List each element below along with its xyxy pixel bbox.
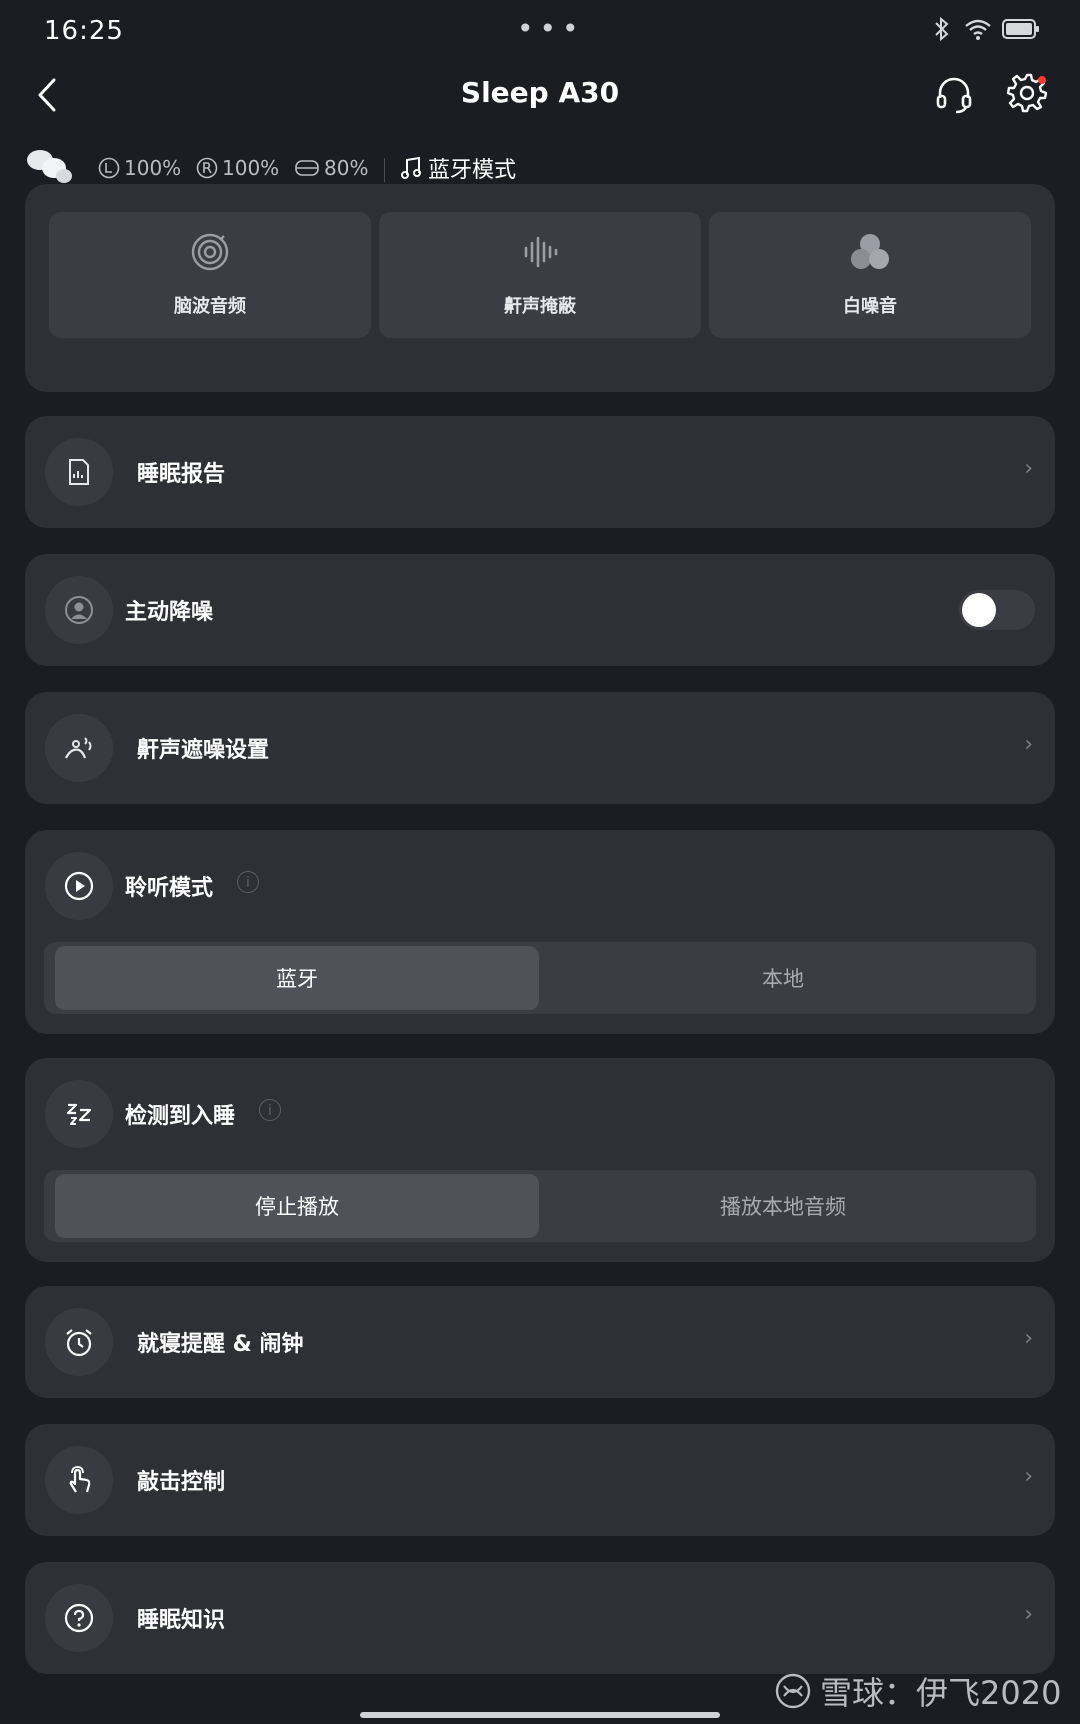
snore-icon-circle (45, 714, 113, 782)
tile-white-noise[interactable]: 白噪音 (709, 212, 1031, 338)
info-icon[interactable]: i (237, 871, 259, 893)
row-label: 敲击控制 (137, 1470, 226, 1495)
question-icon (64, 1603, 94, 1633)
sleep-detect-card: 检测到入睡 i 停止播放 播放本地音频 (25, 1058, 1055, 1262)
segment-stop-playback[interactable]: 停止播放 (55, 1174, 539, 1238)
bedtime-alarm-row[interactable]: 就寝提醒 & 闹钟 › (25, 1286, 1055, 1398)
settings-list[interactable]: 脑波音频 鼾声掩蔽 白噪音 睡眠报告 › 主动降噪 鼾声遮噪设置 › 聆听模式 … (0, 184, 1080, 1712)
report-icon (69, 459, 89, 485)
row-label: 睡眠知识 (137, 1608, 226, 1633)
more-dots-icon[interactable]: ••• (517, 12, 585, 45)
tile-brainwave[interactable]: 脑波音频 (49, 212, 371, 338)
sleep-knowledge-row[interactable]: 睡眠知识 › (25, 1562, 1055, 1674)
sleep-report-row[interactable]: 睡眠报告 › (25, 416, 1055, 528)
sound-modes-card: 脑波音频 鼾声掩蔽 白噪音 (25, 184, 1055, 392)
tile-label: 脑波音频 (174, 296, 246, 317)
watermark: 雪球：伊飞2020 (774, 1668, 1061, 1714)
right-earbud-icon (196, 157, 218, 179)
right-battery: 100% (196, 156, 279, 180)
anc-icon (65, 596, 93, 624)
anc-icon-circle (45, 576, 113, 644)
anc-toggle[interactable] (959, 590, 1035, 630)
segment-bluetooth[interactable]: 蓝牙 (55, 946, 539, 1010)
info-icon[interactable]: i (259, 1099, 281, 1121)
row-label: 就寝提醒 & 闹钟 (137, 1332, 304, 1357)
tap-control-row[interactable]: 敲击控制 › (25, 1424, 1055, 1536)
left-battery: 100% (98, 156, 181, 180)
tap-icon (69, 1466, 91, 1493)
tile-snore-masking[interactable]: 鼾声掩蔽 (379, 212, 701, 338)
row-label: 聆听模式 (125, 876, 214, 901)
sleep-detect-segmented-control: 停止播放 播放本地音频 (44, 1170, 1036, 1242)
row-label: 检测到入睡 (125, 1104, 236, 1129)
snore-settings-row[interactable]: 鼾声遮噪设置 › (25, 692, 1055, 804)
zzz-icon (66, 1103, 92, 1125)
row-label: 睡眠报告 (137, 462, 226, 487)
settings-button[interactable] (1006, 72, 1048, 118)
play-icon-circle (45, 852, 113, 920)
status-time: 16:25 (44, 16, 124, 46)
chevron-right-icon: › (1024, 456, 1033, 481)
toggle-knob (962, 593, 996, 627)
anc-row: 主动降噪 (25, 554, 1055, 666)
bluetooth-icon (935, 16, 949, 42)
nav-bar: Sleep A30 (0, 60, 1080, 130)
music-note-icon (401, 156, 421, 179)
status-bar: 16:25 ••• (0, 0, 1080, 60)
alarm-icon-circle (45, 1308, 113, 1376)
listen-mode-card: 聆听模式 i 蓝牙 本地 (25, 830, 1055, 1034)
segment-play-local-audio[interactable]: 播放本地音频 (541, 1174, 1025, 1238)
segment-local[interactable]: 本地 (541, 946, 1025, 1010)
circles-icon (851, 234, 889, 269)
right-battery-value: 100% (222, 156, 280, 180)
mode-label: 蓝牙模式 (428, 158, 517, 183)
headset-button[interactable] (934, 74, 974, 118)
bluetooth-mode-indicator[interactable]: 蓝牙模式 (400, 152, 516, 184)
status-icons (930, 16, 1040, 42)
row-label: 主动降噪 (125, 600, 214, 625)
tile-label: 白噪音 (843, 296, 897, 317)
notification-dot (1038, 76, 1046, 84)
chevron-right-icon: › (1024, 1464, 1033, 1489)
left-earbud-icon (98, 157, 120, 179)
divider (384, 158, 385, 182)
tile-label: 鼾声掩蔽 (504, 296, 576, 317)
headset-icon (936, 77, 972, 114)
battery-icon (1002, 19, 1039, 39)
report-icon-circle (45, 438, 113, 506)
case-battery: 80% (294, 156, 368, 180)
page-title: Sleep A30 (460, 76, 620, 109)
row-label: 鼾声遮噪设置 (137, 738, 270, 763)
listen-mode-segmented-control: 蓝牙 本地 (44, 942, 1036, 1014)
brainwave-icon (191, 233, 229, 271)
tap-icon-circle (45, 1446, 113, 1514)
snore-icon (65, 737, 92, 759)
chevron-right-icon: › (1024, 1326, 1033, 1351)
watermark-text: 雪球：伊飞2020 (820, 1674, 1062, 1712)
chevron-right-icon: › (1024, 1602, 1033, 1627)
earbuds-icon (27, 150, 72, 183)
case-icon (295, 160, 319, 176)
zzz-icon-circle (45, 1080, 113, 1148)
waveform-icon (524, 236, 558, 268)
wifi-icon (965, 19, 991, 40)
left-battery-value: 100% (124, 156, 182, 180)
home-indicator[interactable] (360, 1712, 720, 1718)
question-icon-circle (45, 1584, 113, 1652)
chevron-right-icon: › (1024, 732, 1033, 757)
case-battery-value: 80% (324, 156, 369, 180)
play-icon (64, 871, 94, 901)
alarm-icon (66, 1329, 92, 1357)
snowball-logo-icon (775, 1673, 811, 1709)
